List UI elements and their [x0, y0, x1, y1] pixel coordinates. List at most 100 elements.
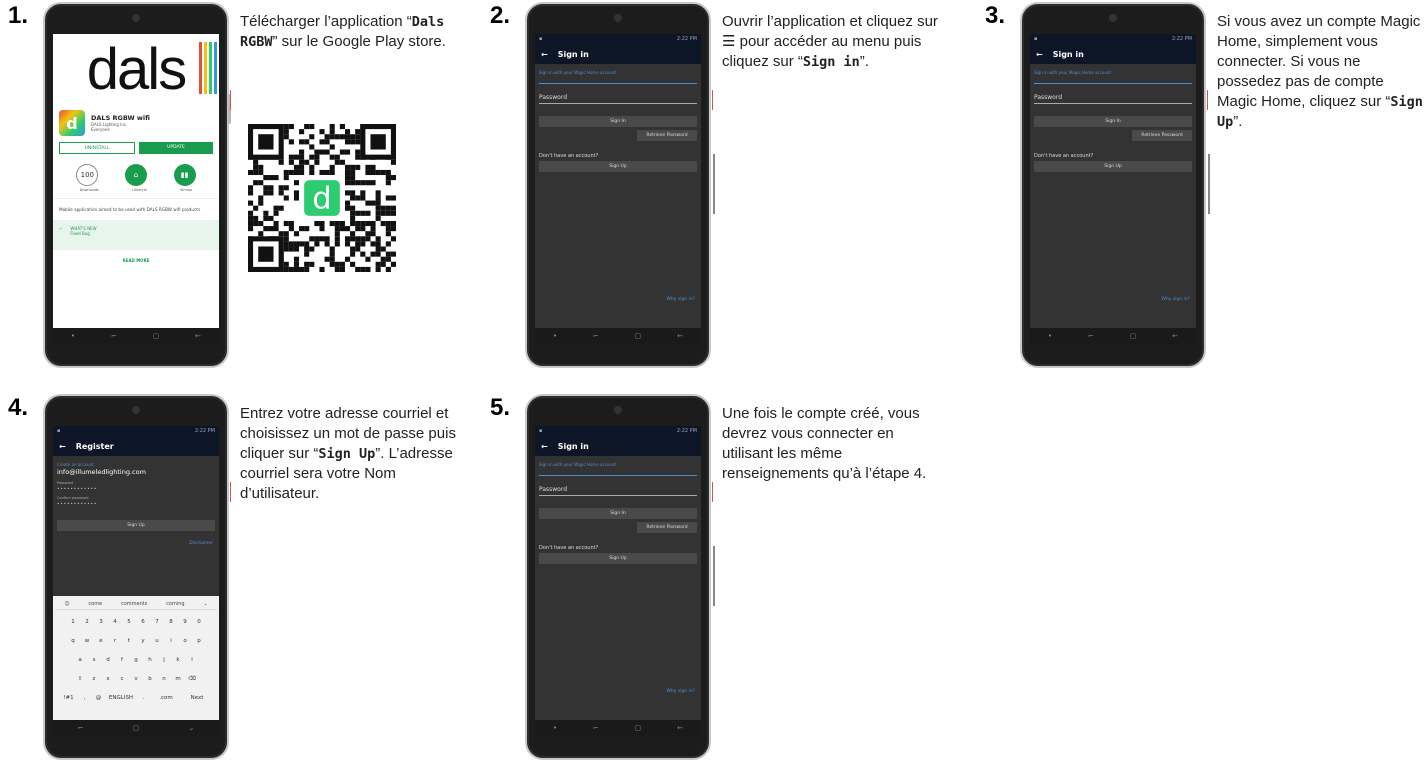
keyboard-key[interactable]: .com [152, 690, 180, 705]
password-field[interactable]: •••••••••••• [57, 486, 215, 491]
keyboard-key[interactable]: d [103, 652, 114, 667]
keyboard-key[interactable]: q [68, 633, 79, 648]
keyboard-key[interactable]: 9 [180, 614, 191, 629]
suggestion[interactable]: come [88, 601, 102, 607]
back-icon[interactable]: ← [677, 332, 683, 340]
nav-dot-icon[interactable]: • [553, 724, 557, 732]
keyboard-key[interactable]: !#1 [61, 690, 76, 705]
keyboard-key[interactable]: 8 [166, 614, 177, 629]
uninstall-button[interactable]: UNINSTALL [59, 142, 135, 154]
username-field[interactable] [539, 83, 697, 84]
keyboard-key[interactable]: s [89, 652, 100, 667]
home-button-icon[interactable]: ▢ [635, 332, 642, 340]
username-field[interactable] [1034, 83, 1192, 84]
back-icon[interactable]: ← [1172, 332, 1178, 340]
read-more-link[interactable]: READ MORE [53, 250, 219, 271]
email-field[interactable]: info@illumeledlighting.com [57, 468, 215, 476]
recent-apps-icon[interactable]: ⌐ [1088, 332, 1094, 340]
keyboard-key[interactable]: y [138, 633, 149, 648]
password-field[interactable] [539, 103, 697, 104]
chevron-down-icon[interactable]: ⌄ [203, 601, 207, 607]
back-icon[interactable]: ← [195, 332, 201, 340]
recent-apps-icon[interactable]: ⌐ [111, 332, 117, 340]
keyboard-key[interactable]: , [79, 690, 90, 705]
disclaimer-link[interactable]: Disclaimer [59, 541, 213, 546]
keyboard-key[interactable]: ⇧ [75, 671, 86, 686]
password-field[interactable] [1034, 103, 1192, 104]
keyboard-key[interactable]: h [145, 652, 156, 667]
keyboard-key[interactable]: o [180, 633, 191, 648]
home-button-icon[interactable]: ▢ [153, 332, 160, 340]
keyboard-key[interactable]: a [75, 652, 86, 667]
sign-in-button[interactable]: Sign In [1034, 116, 1192, 127]
keyboard-key[interactable]: 4 [110, 614, 121, 629]
keyboard-key[interactable]: t [124, 633, 135, 648]
keyboard-key[interactable]: c [117, 671, 128, 686]
keyboard-key[interactable]: Next [183, 690, 211, 705]
keyboard-key[interactable]: z [89, 671, 100, 686]
keyboard-key[interactable]: f [117, 652, 128, 667]
keyboard-key[interactable]: b [145, 671, 156, 686]
keyboard-key[interactable]: 7 [152, 614, 163, 629]
hide-keyboard-icon[interactable]: ⌄ [189, 724, 195, 732]
retrieve-password-button[interactable]: Retrieve Password [637, 130, 697, 141]
why-sign-in-link[interactable]: Why sign in? [666, 297, 695, 302]
recent-apps-icon[interactable]: ⌐ [78, 724, 84, 732]
keyboard-key[interactable]: 3 [96, 614, 107, 629]
keyboard-key[interactable]: r [110, 633, 121, 648]
keyboard-key[interactable]: i [166, 633, 177, 648]
recent-apps-icon[interactable]: ⌐ [593, 332, 599, 340]
keyboard-key[interactable]: v [131, 671, 142, 686]
username-field[interactable] [539, 475, 697, 476]
keyboard-key[interactable]: l [187, 652, 198, 667]
keyboard-key[interactable]: p [194, 633, 205, 648]
recent-apps-icon[interactable]: ⌐ [593, 724, 599, 732]
home-button-icon[interactable]: ▢ [1130, 332, 1137, 340]
keyboard-key[interactable]: 5 [124, 614, 135, 629]
why-sign-in-link[interactable]: Why sign in? [1161, 297, 1190, 302]
keyboard-key[interactable]: x [103, 671, 114, 686]
suggestion[interactable]: coming [166, 601, 184, 607]
keyboard-key[interactable]: u [152, 633, 163, 648]
back-icon[interactable]: ← [677, 724, 683, 732]
sign-up-button[interactable]: Sign Up [539, 161, 697, 172]
keyboard-key[interactable]: . [138, 690, 149, 705]
retrieve-password-button[interactable]: Retrieve Password [637, 522, 697, 533]
keyboard-key[interactable]: 1 [68, 614, 79, 629]
sign-up-button[interactable]: Sign Up [539, 553, 697, 564]
whats-new-section[interactable]: ✧ WHAT'S NEW Fixed Bug [53, 220, 219, 250]
keyboard-key[interactable]: w [82, 633, 93, 648]
sign-up-button[interactable]: Sign Up [57, 520, 215, 531]
keyboard-key[interactable]: 2 [82, 614, 93, 629]
keyboard-key[interactable]: e [96, 633, 107, 648]
nav-dot-icon[interactable]: • [553, 332, 557, 340]
why-sign-in-link[interactable]: Why sign in? [666, 689, 695, 694]
home-button-icon[interactable]: ▢ [133, 724, 140, 732]
emoji-icon[interactable]: ☺ [64, 601, 69, 607]
back-arrow-icon[interactable]: ← [59, 442, 66, 451]
confirm-password-field[interactable]: •••••••••••• [57, 501, 215, 506]
suggestion[interactable]: comments [121, 601, 147, 607]
keyboard-key[interactable]: ENGLISH [107, 690, 135, 705]
back-arrow-icon[interactable]: ← [541, 50, 548, 59]
keyboard-key[interactable]: 0 [194, 614, 205, 629]
nav-dot-icon[interactable]: • [1048, 332, 1052, 340]
keyboard-key[interactable]: ⌫ [187, 671, 198, 686]
nav-dot-icon[interactable]: • [71, 332, 75, 340]
back-arrow-icon[interactable]: ← [1036, 50, 1043, 59]
keyboard-key[interactable]: @ [93, 690, 104, 705]
password-field[interactable] [539, 495, 697, 496]
keyboard-key[interactable]: n [159, 671, 170, 686]
sign-in-button[interactable]: Sign In [539, 508, 697, 519]
retrieve-password-button[interactable]: Retrieve Password [1132, 130, 1192, 141]
keyboard-key[interactable]: k [173, 652, 184, 667]
back-arrow-icon[interactable]: ← [541, 442, 548, 451]
keyboard-key[interactable]: j [159, 652, 170, 667]
sign-in-button[interactable]: Sign In [539, 116, 697, 127]
sign-up-button[interactable]: Sign Up [1034, 161, 1192, 172]
keyboard-key[interactable]: g [131, 652, 142, 667]
keyboard-key[interactable]: 6 [138, 614, 149, 629]
update-button[interactable]: UPDATE [139, 142, 213, 154]
keyboard-key[interactable]: m [173, 671, 184, 686]
home-button-icon[interactable]: ▢ [635, 724, 642, 732]
